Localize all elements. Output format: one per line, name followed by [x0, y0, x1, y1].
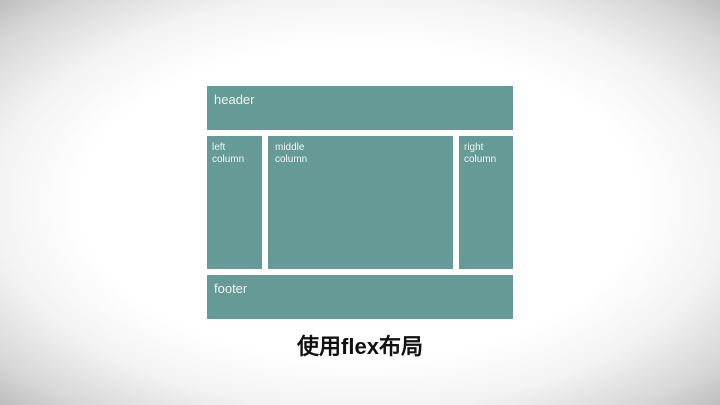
middle-column-label-line-1: middle: [275, 142, 305, 153]
right-column-label-line-1: right: [464, 142, 484, 153]
header-block: header: [207, 86, 513, 130]
right-column-block: right column: [459, 136, 513, 269]
footer-label: footer: [214, 281, 248, 296]
right-column-label-line-2: column: [464, 154, 497, 165]
right-column-label: right column: [464, 142, 506, 166]
middle-column-label: middle column: [275, 142, 446, 166]
middle-column-label-line-2: column: [275, 154, 308, 165]
footer-block: footer: [207, 275, 513, 319]
left-column-label-line-1: left: [212, 142, 226, 153]
left-column-label: left column: [212, 142, 255, 166]
middle-column-block: middle column: [268, 136, 453, 269]
layout-diagram: header left column middle column right c…: [207, 86, 513, 319]
diagram-caption: 使用flex布局: [297, 334, 423, 359]
left-column-block: left column: [207, 136, 262, 269]
left-column-label-line-2: column: [212, 154, 245, 165]
header-label: header: [214, 92, 255, 107]
